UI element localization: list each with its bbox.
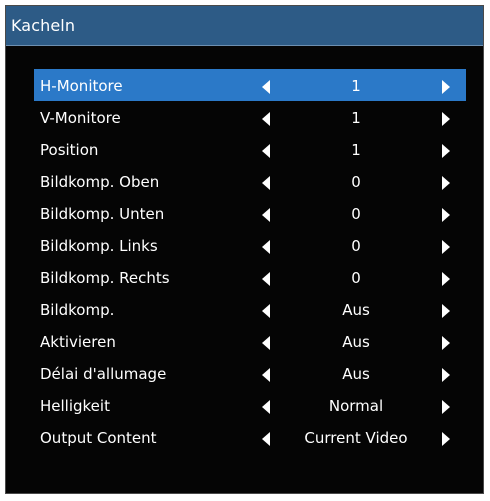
arrow-right-icon[interactable] xyxy=(442,272,450,286)
setting-value: 0 xyxy=(351,205,361,223)
setting-label: V-Monitore xyxy=(40,109,121,127)
arrow-right-icon[interactable] xyxy=(442,336,450,350)
arrow-right-icon[interactable] xyxy=(442,432,450,446)
arrow-left-icon[interactable] xyxy=(262,112,270,126)
setting-label: Helligkeit xyxy=(40,397,110,415)
setting-value: Current Video xyxy=(304,429,408,447)
arrow-left-icon[interactable] xyxy=(262,208,270,222)
setting-value: Aus xyxy=(342,365,370,383)
setting-label: Aktivieren xyxy=(40,333,116,351)
arrow-left-icon[interactable] xyxy=(262,368,270,382)
setting-row-bildkomp-oben[interactable]: Bildkomp. Oben 0 xyxy=(34,165,466,197)
setting-row-bildkomp-rechts[interactable]: Bildkomp. Rechts 0 xyxy=(34,261,466,293)
setting-value: 1 xyxy=(351,141,361,159)
setting-label: Position xyxy=(40,141,99,159)
arrow-left-icon[interactable] xyxy=(262,336,270,350)
arrow-right-icon[interactable] xyxy=(442,400,450,414)
arrow-right-icon[interactable] xyxy=(442,368,450,382)
setting-value: 0 xyxy=(351,173,361,191)
arrow-right-icon[interactable] xyxy=(442,80,450,94)
arrow-right-icon[interactable] xyxy=(442,304,450,318)
arrow-right-icon[interactable] xyxy=(442,144,450,158)
arrow-right-icon[interactable] xyxy=(442,176,450,190)
setting-row-helligkeit[interactable]: Helligkeit Normal xyxy=(34,389,466,421)
setting-label: Bildkomp. xyxy=(40,301,115,319)
arrow-left-icon[interactable] xyxy=(262,240,270,254)
arrow-left-icon[interactable] xyxy=(262,400,270,414)
arrow-right-icon[interactable] xyxy=(442,208,450,222)
setting-value: Aus xyxy=(342,301,370,319)
setting-value: 0 xyxy=(351,237,361,255)
setting-value: Normal xyxy=(328,397,384,415)
setting-row-h-monitore[interactable]: H-Monitore 1 xyxy=(34,69,466,101)
setting-value: 1 xyxy=(351,109,361,127)
setting-row-bildkomp-unten[interactable]: Bildkomp. Unten 0 xyxy=(34,197,466,229)
arrow-right-icon[interactable] xyxy=(442,240,450,254)
arrow-left-icon[interactable] xyxy=(262,80,270,94)
setting-label: H-Monitore xyxy=(40,77,123,95)
setting-label: Bildkomp. Rechts xyxy=(40,269,170,287)
setting-label: Bildkomp. Unten xyxy=(40,205,165,223)
arrow-left-icon[interactable] xyxy=(262,304,270,318)
menu-title: Kacheln xyxy=(11,16,76,35)
setting-value: 1 xyxy=(351,77,361,95)
osd-menu: Kacheln H-Monitore 1 V-Monitore 1 Positi… xyxy=(5,5,484,494)
arrow-left-icon[interactable] xyxy=(262,176,270,190)
setting-label: Bildkomp. Oben xyxy=(40,173,160,191)
arrow-left-icon[interactable] xyxy=(262,144,270,158)
setting-row-output-content[interactable]: Output Content Current Video xyxy=(34,421,466,453)
setting-value: Aus xyxy=(342,333,370,351)
settings-list: H-Monitore 1 V-Monitore 1 Position 1 Bil… xyxy=(34,69,466,453)
setting-row-bildkomp-links[interactable]: Bildkomp. Links 0 xyxy=(34,229,466,261)
arrow-right-icon[interactable] xyxy=(442,112,450,126)
setting-value: 0 xyxy=(351,269,361,287)
setting-label: Output Content xyxy=(40,429,157,447)
setting-row-delai-allumage[interactable]: Délai d'allumage Aus xyxy=(34,357,466,389)
setting-row-position[interactable]: Position 1 xyxy=(34,133,466,165)
title-bar: Kacheln xyxy=(6,6,483,46)
setting-row-aktivieren[interactable]: Aktivieren Aus xyxy=(34,325,466,357)
arrow-left-icon[interactable] xyxy=(262,272,270,286)
setting-label: Bildkomp. Links xyxy=(40,237,158,255)
setting-label: Délai d'allumage xyxy=(40,365,167,383)
setting-row-v-monitore[interactable]: V-Monitore 1 xyxy=(34,101,466,133)
arrow-left-icon[interactable] xyxy=(262,432,270,446)
setting-row-bildkomp[interactable]: Bildkomp. Aus xyxy=(34,293,466,325)
